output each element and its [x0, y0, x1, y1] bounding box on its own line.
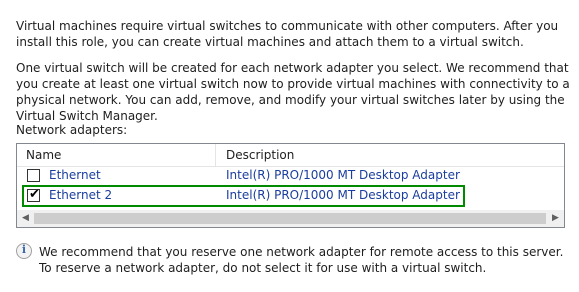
table-row[interactable]: Ethernet Intel(R) PRO/1000 MT Desktop Ad…: [17, 166, 564, 186]
info-icon: i: [16, 243, 32, 259]
adapter-checkbox[interactable]: ✔: [27, 187, 40, 202]
horizontal-scrollbar[interactable]: ◀ ▶: [17, 210, 564, 227]
chevron-left-icon[interactable]: ◀: [17, 210, 34, 227]
adapter-name: Ethernet 2: [49, 188, 113, 202]
checkmark-icon: ✔: [29, 187, 40, 202]
network-adapters-label: Network adapters:: [16, 123, 128, 137]
adapter-name: Ethernet: [49, 168, 101, 182]
network-adapters-table[interactable]: Name Description Ethernet Intel(R) PRO/1…: [16, 143, 565, 228]
details-text: One virtual switch will be created for e…: [16, 61, 570, 123]
note-text: We recommend that you reserve one networ…: [39, 245, 564, 275]
adapter-description: Intel(R) PRO/1000 MT Desktop Adapter: [226, 168, 460, 182]
intro-text: Virtual machines require virtual switche…: [16, 19, 559, 49]
adapter-checkbox[interactable]: [27, 169, 40, 182]
column-header-name[interactable]: Name: [26, 148, 61, 162]
adapter-description: Intel(R) PRO/1000 MT Desktop Adapter: [226, 188, 460, 202]
table-header: Name Description: [17, 144, 564, 167]
column-header-description[interactable]: Description: [226, 148, 294, 162]
scrollbar-thumb[interactable]: [34, 213, 546, 224]
column-divider[interactable]: [215, 144, 216, 166]
chevron-right-icon[interactable]: ▶: [547, 210, 564, 227]
table-row[interactable]: ✔ Ethernet 2 Intel(R) PRO/1000 MT Deskto…: [17, 186, 564, 206]
